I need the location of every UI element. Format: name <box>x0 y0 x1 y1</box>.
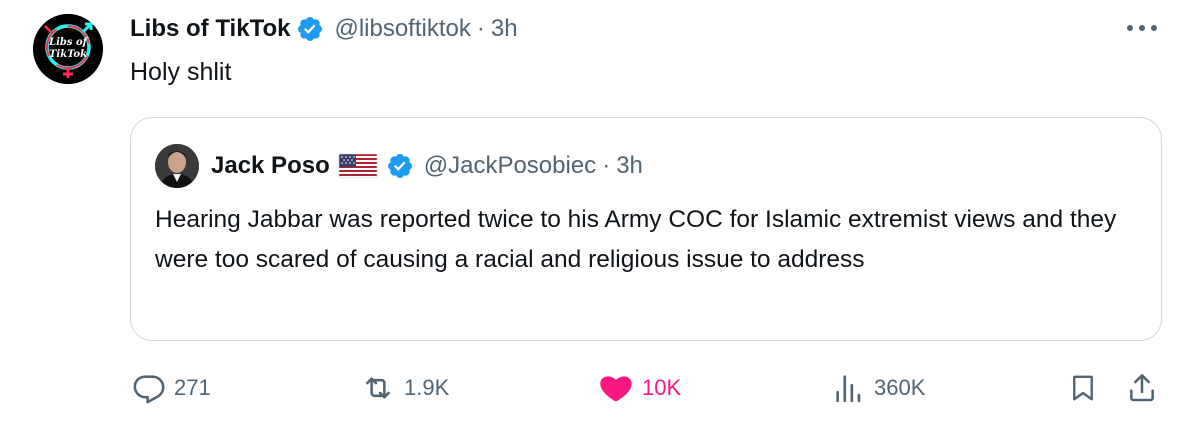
tweet-timestamp[interactable]: 3h <box>491 15 518 43</box>
libs-of-tiktok-logo: Libs of TikTok <box>33 14 103 84</box>
bookmark-button[interactable] <box>1068 370 1098 406</box>
more-dots-icon <box>1127 25 1157 31</box>
like-button[interactable]: 10K <box>598 370 681 406</box>
bookmark-icon <box>1073 375 1093 401</box>
verified-badge-icon[interactable] <box>386 152 414 180</box>
quoted-author-display-name[interactable]: Jack Poso <box>211 152 330 180</box>
more-options-button[interactable] <box>1120 14 1164 42</box>
author-handle[interactable]: @libsoftiktok <box>334 15 470 43</box>
quoted-author-avatar[interactable] <box>155 144 199 188</box>
reply-icon <box>133 375 165 404</box>
repost-count: 1.9K <box>404 375 450 400</box>
quoted-author-header: Jack Poso @JackPosobiec · 3h <box>211 148 643 184</box>
reply-count: 271 <box>174 375 211 400</box>
views-chart-icon <box>836 375 861 403</box>
views-button[interactable]: 360K <box>832 370 925 406</box>
separator-dot: · <box>476 15 485 42</box>
verified-badge-icon[interactable] <box>296 15 324 43</box>
quoted-author-handle[interactable]: @JackPosobiec <box>424 152 596 180</box>
quoted-tweet-text: Hearing Jabbar was reported twice to his… <box>155 206 1117 273</box>
heart-filled-icon <box>600 376 632 402</box>
like-count: 10K <box>642 375 682 400</box>
views-count: 360K <box>874 375 926 400</box>
person-avatar-image <box>155 144 199 188</box>
quoted-tweet-timestamp[interactable]: 3h <box>616 152 643 180</box>
repost-button[interactable]: 1.9K <box>360 370 449 406</box>
us-flag-icon <box>338 152 378 180</box>
svg-text:Libs of: Libs of <box>48 37 89 48</box>
repost-icon <box>366 377 390 399</box>
author-header: Libs of TikTok @libsoftiktok · 3h <box>130 12 518 46</box>
quote-tweet-card[interactable]: Jack Poso @JackPosobiec · 3h Hearing Jab… <box>130 117 1162 341</box>
reply-button[interactable]: 271 <box>132 370 211 406</box>
author-display-name[interactable]: Libs of TikTok <box>130 15 290 43</box>
tweet-text: Holy shlit <box>130 58 232 86</box>
share-icon <box>1130 374 1154 402</box>
separator-dot: · <box>602 152 611 179</box>
author-avatar[interactable]: Libs of TikTok <box>33 14 103 84</box>
svg-text:TikTok: TikTok <box>49 49 87 60</box>
share-button[interactable] <box>1126 370 1158 406</box>
